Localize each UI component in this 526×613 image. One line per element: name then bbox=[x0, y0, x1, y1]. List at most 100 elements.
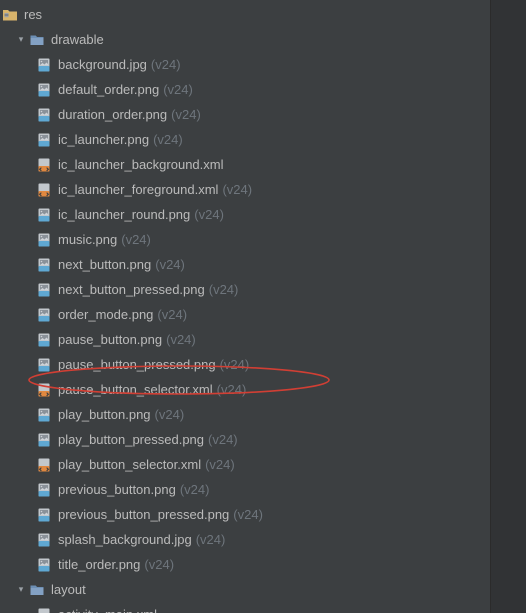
chevron-down-icon: ▾ bbox=[16, 34, 26, 45]
file-row[interactable]: activity_main.xml bbox=[0, 602, 490, 613]
file-label: ic_launcher_round.png bbox=[58, 207, 190, 222]
file-qualifier: (v24) bbox=[155, 257, 185, 272]
file-label: title_order.png bbox=[58, 557, 140, 572]
file-qualifier: (v24) bbox=[163, 82, 193, 97]
file-label: splash_background.jpg bbox=[58, 532, 192, 547]
file-qualifier: (v24) bbox=[208, 432, 238, 447]
image-file-icon bbox=[36, 57, 52, 73]
file-row[interactable]: pause_button_selector.xml (v24) bbox=[0, 377, 490, 402]
file-row[interactable]: next_button_pressed.png (v24) bbox=[0, 277, 490, 302]
file-label: play_button_selector.xml bbox=[58, 457, 201, 472]
image-file-icon bbox=[36, 307, 52, 323]
image-file-icon bbox=[36, 407, 52, 423]
file-label: pause_button.png bbox=[58, 332, 162, 347]
layout-items: activity_main.xml bbox=[0, 602, 490, 613]
image-file-icon bbox=[36, 282, 52, 298]
file-qualifier: (v24) bbox=[209, 282, 239, 297]
image-file-icon bbox=[36, 207, 52, 223]
right-gutter bbox=[490, 0, 526, 613]
xml-file-icon bbox=[36, 382, 52, 398]
file-qualifier: (v24) bbox=[155, 407, 185, 422]
file-label: default_order.png bbox=[58, 82, 159, 97]
file-row[interactable]: pause_button_pressed.png (v24) bbox=[0, 352, 490, 377]
image-file-icon bbox=[36, 82, 52, 98]
file-qualifier: (v24) bbox=[166, 332, 196, 347]
file-label: ic_launcher_background.xml bbox=[58, 157, 223, 172]
file-row[interactable]: ic_launcher_round.png (v24) bbox=[0, 202, 490, 227]
file-label: play_button_pressed.png bbox=[58, 432, 204, 447]
file-qualifier: (v24) bbox=[171, 107, 201, 122]
folder-icon bbox=[29, 32, 45, 48]
file-qualifier: (v24) bbox=[151, 57, 181, 72]
folder-row-layout[interactable]: ▾ layout bbox=[0, 577, 490, 602]
image-file-icon bbox=[36, 232, 52, 248]
file-qualifier: (v24) bbox=[180, 482, 210, 497]
file-row[interactable]: background.jpg (v24) bbox=[0, 52, 490, 77]
file-qualifier: (v24) bbox=[205, 457, 235, 472]
file-row[interactable]: previous_button_pressed.png(v24) bbox=[0, 502, 490, 527]
file-label: ic_launcher.png bbox=[58, 132, 149, 147]
file-row[interactable]: pause_button.png (v24) bbox=[0, 327, 490, 352]
folder-row-drawable[interactable]: ▾ drawable bbox=[0, 27, 490, 52]
file-row[interactable]: ic_launcher_background.xml bbox=[0, 152, 490, 177]
file-qualifier: (v24) bbox=[220, 357, 250, 372]
file-label: next_button.png bbox=[58, 257, 151, 272]
drawable-items: background.jpg (v24) default_order.png (v24… bbox=[0, 52, 490, 577]
file-row[interactable]: play_button.png (v24) bbox=[0, 402, 490, 427]
file-row[interactable]: ic_launcher_foreground.xml (v24) bbox=[0, 177, 490, 202]
image-file-icon bbox=[36, 107, 52, 123]
chevron-down-icon: ▾ bbox=[16, 584, 26, 595]
file-qualifier: (v24) bbox=[121, 232, 151, 247]
file-label: pause_button_pressed.png bbox=[58, 357, 216, 372]
file-label: next_button_pressed.png bbox=[58, 282, 205, 297]
file-label: duration_order.png bbox=[58, 107, 167, 122]
image-file-icon bbox=[36, 432, 52, 448]
file-label: previous_button.png bbox=[58, 482, 176, 497]
file-row[interactable]: music.png (v24) bbox=[0, 227, 490, 252]
file-row[interactable]: default_order.png (v24) bbox=[0, 77, 490, 102]
folder-res-icon bbox=[2, 7, 18, 23]
file-row[interactable]: duration_order.png (v24) bbox=[0, 102, 490, 127]
file-qualifier: (v24) bbox=[144, 557, 174, 572]
file-qualifier: (v24) bbox=[157, 307, 187, 322]
file-row[interactable]: next_button.png (v24) bbox=[0, 252, 490, 277]
folder-label: layout bbox=[51, 582, 86, 597]
file-label: ic_launcher_foreground.xml bbox=[58, 182, 218, 197]
image-file-icon bbox=[36, 332, 52, 348]
folder-label: res bbox=[24, 7, 42, 22]
file-label: play_button.png bbox=[58, 407, 151, 422]
project-tree[interactable]: res ▾ drawable background.jpg(v24)defaul… bbox=[0, 0, 490, 613]
file-qualifier: (v24) bbox=[153, 132, 183, 147]
file-label: background.jpg bbox=[58, 57, 147, 72]
folder-label: drawable bbox=[51, 32, 104, 47]
folder-row-res[interactable]: res bbox=[0, 2, 490, 27]
xml-file-icon bbox=[36, 157, 52, 173]
file-label: pause_button_selector.xml bbox=[58, 382, 213, 397]
file-qualifier: (v24) bbox=[217, 382, 247, 397]
file-label: activity_main.xml bbox=[58, 607, 157, 613]
image-file-icon bbox=[36, 507, 52, 523]
xml-file-icon bbox=[36, 457, 52, 473]
file-row[interactable]: previous_button.png (v24) bbox=[0, 477, 490, 502]
file-qualifier: (v24) bbox=[194, 207, 224, 222]
file-row[interactable]: order_mode.png (v24) bbox=[0, 302, 490, 327]
project-tree-panel: res ▾ drawable background.jpg(v24)defaul… bbox=[0, 0, 490, 613]
file-qualifier: (v24) bbox=[233, 507, 263, 522]
file-row[interactable]: play_button_selector.xml (v24) bbox=[0, 452, 490, 477]
image-file-icon bbox=[36, 357, 52, 373]
image-file-icon bbox=[36, 532, 52, 548]
xml-file-icon bbox=[36, 607, 52, 613]
file-row[interactable]: title_order.png (v24) bbox=[0, 552, 490, 577]
file-row[interactable]: ic_launcher.png (v24) bbox=[0, 127, 490, 152]
file-row[interactable]: play_button_pressed.png (v24) bbox=[0, 427, 490, 452]
image-file-icon bbox=[36, 132, 52, 148]
file-qualifier: (v24) bbox=[222, 182, 252, 197]
file-qualifier: (v24) bbox=[196, 532, 226, 547]
folder-icon bbox=[29, 582, 45, 598]
image-file-icon bbox=[36, 482, 52, 498]
file-row[interactable]: splash_background.jpg (v24) bbox=[0, 527, 490, 552]
image-file-icon bbox=[36, 257, 52, 273]
image-file-icon bbox=[36, 557, 52, 573]
file-label: order_mode.png bbox=[58, 307, 153, 322]
file-label: music.png bbox=[58, 232, 117, 247]
